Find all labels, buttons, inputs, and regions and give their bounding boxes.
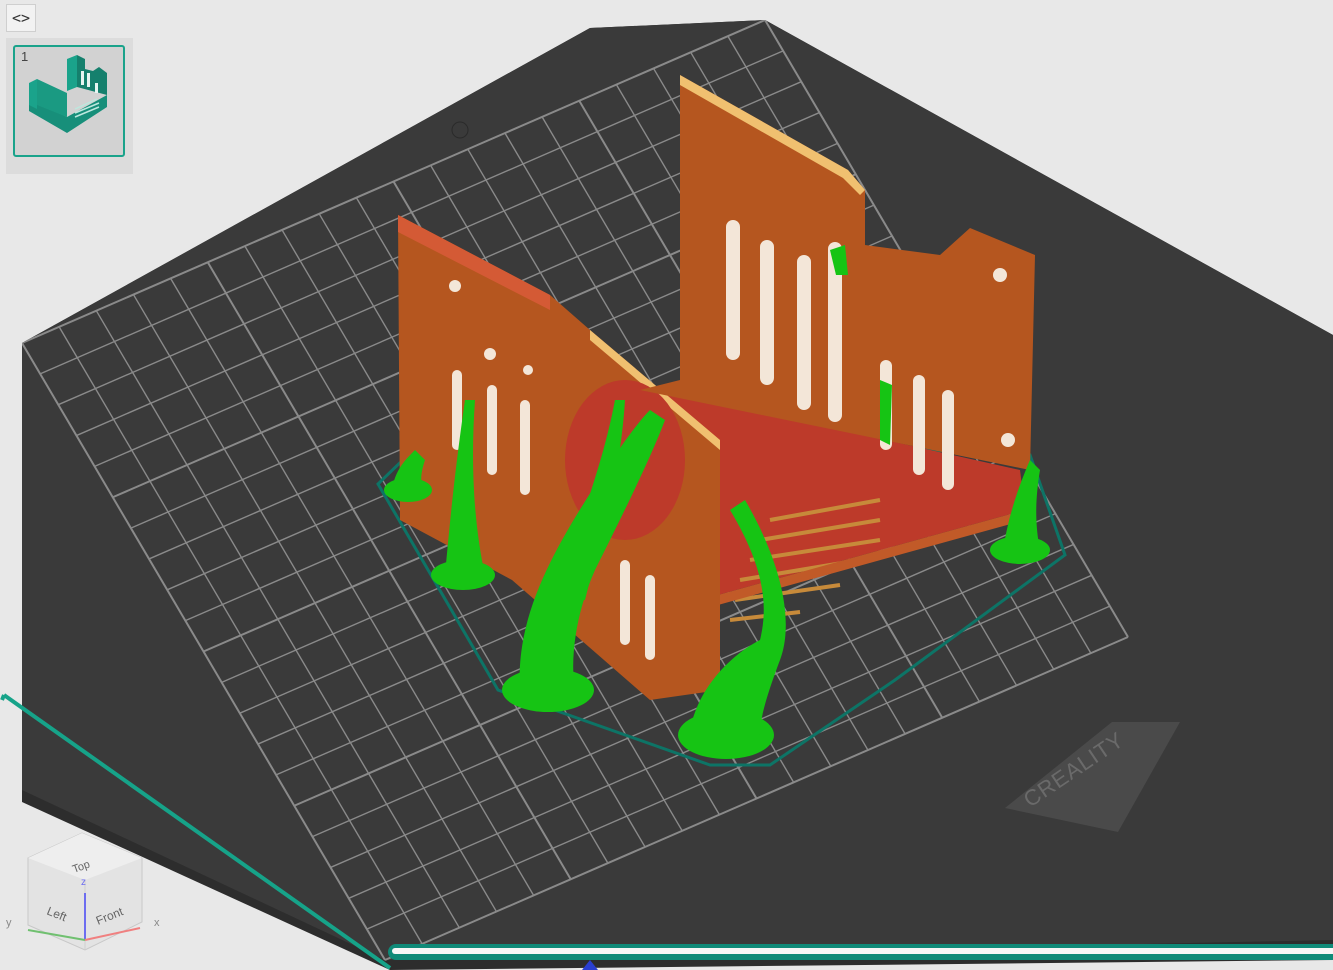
axis-x-label: x <box>154 917 160 929</box>
plate-list-panel: 1 <box>6 38 133 174</box>
plate-thumbnail[interactable]: 1 <box>13 45 125 157</box>
layer-progress-fill <box>392 948 1333 954</box>
axis-z-label: z <box>81 877 86 888</box>
collapse-panel-button[interactable]: <> <box>6 4 36 32</box>
axis-y-label: y <box>6 917 12 929</box>
model-thumbnail-icon <box>29 55 107 133</box>
layer-progress-bar[interactable] <box>388 944 1333 960</box>
3d-viewport[interactable]: CREALITY Top Left Front z x y <box>0 0 1333 970</box>
chevron-left-right-icon: <> <box>11 9 31 27</box>
